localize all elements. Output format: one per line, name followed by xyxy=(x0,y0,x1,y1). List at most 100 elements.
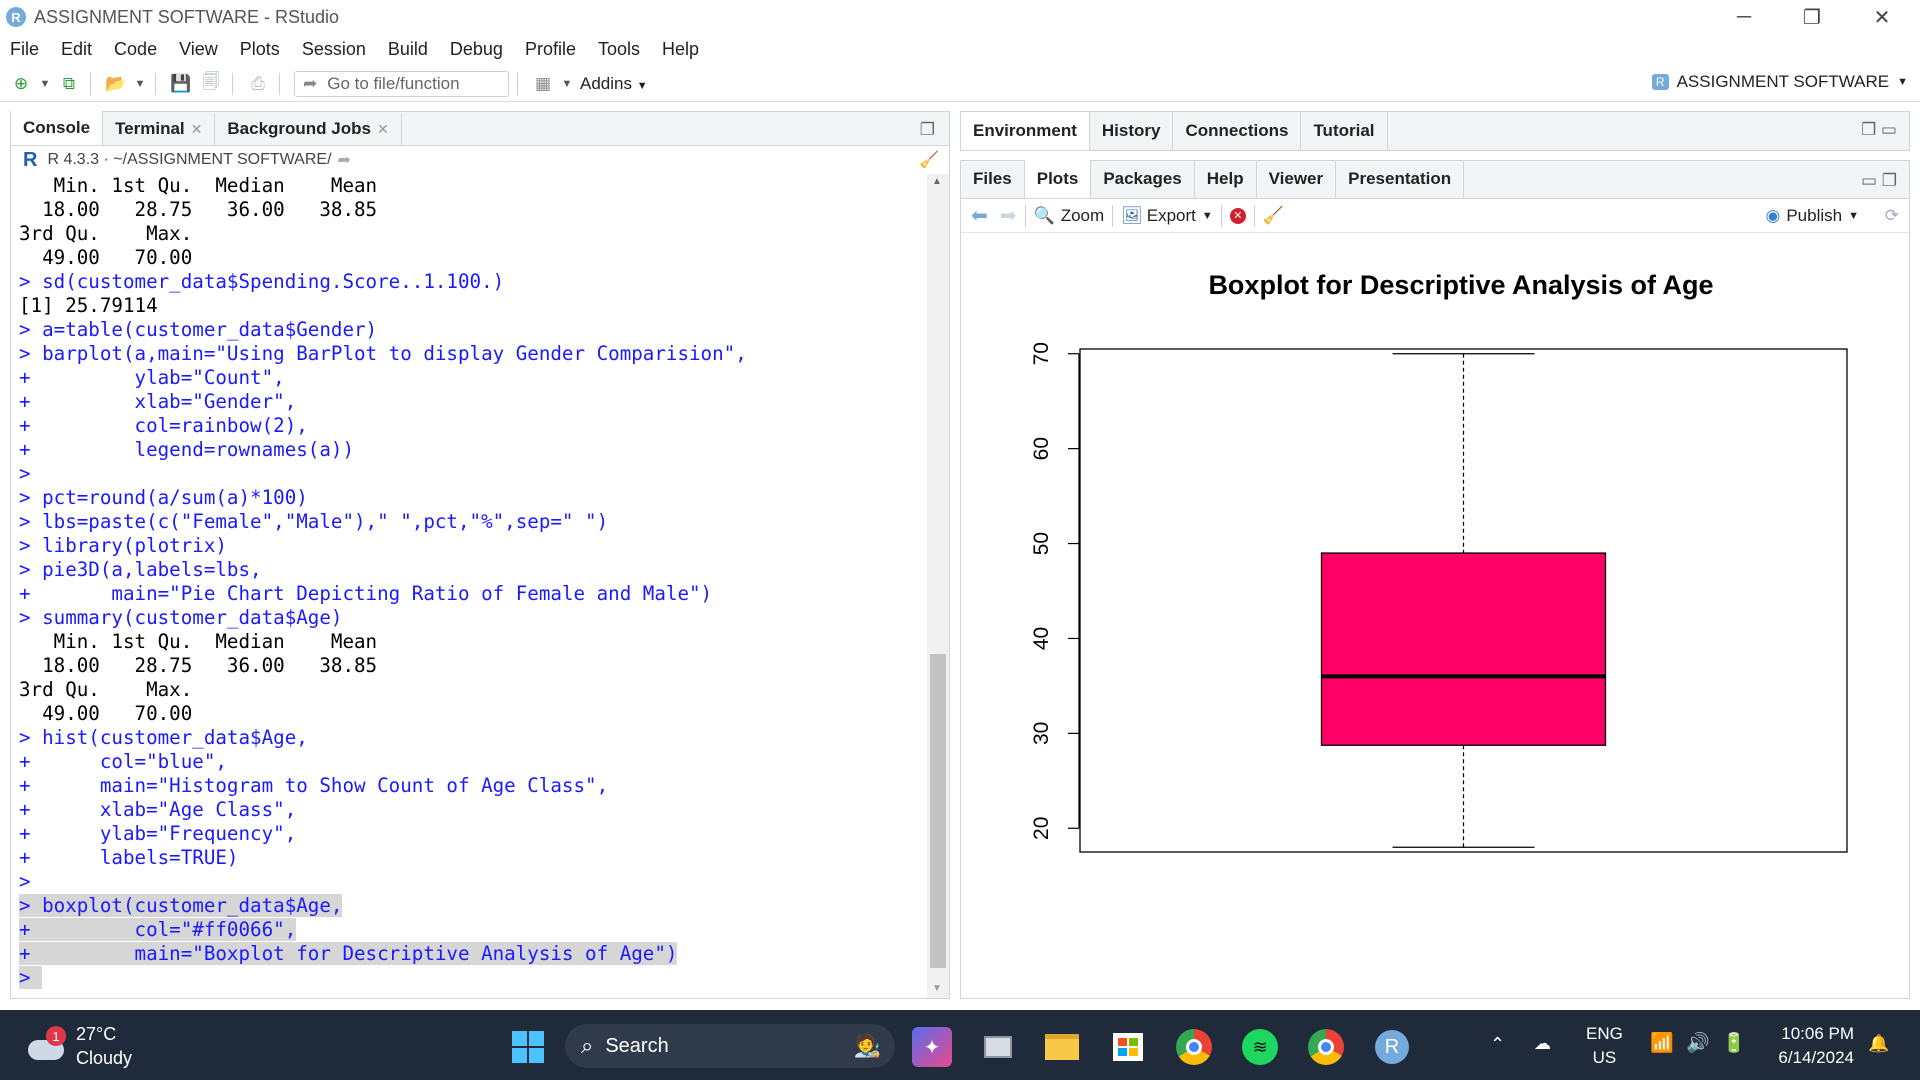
onedrive-icon[interactable]: ☁ xyxy=(1534,1032,1551,1056)
export-button[interactable]: Export xyxy=(1147,206,1196,226)
console-line-text: 3rd Qu. Max. xyxy=(19,678,204,701)
menu-edit[interactable]: Edit xyxy=(61,39,92,60)
r-logo-icon: R xyxy=(23,148,38,171)
tab-viewer[interactable]: Viewer xyxy=(1257,160,1337,198)
tab-tutorial[interactable]: Tutorial xyxy=(1301,112,1388,150)
export-icon[interactable]: 🖼 xyxy=(1121,206,1143,226)
chrome-icon[interactable] xyxy=(1174,1027,1214,1067)
publish-button[interactable]: ◉ Publish ▼ xyxy=(1766,206,1860,226)
r-app-icon[interactable]: R xyxy=(1372,1027,1412,1067)
tab-terminal[interactable]: Terminal ✕ xyxy=(103,113,216,145)
battery-icon[interactable]: 🔋 xyxy=(1722,1032,1746,1056)
chevron-down-icon[interactable]: ▼ xyxy=(560,72,574,96)
go-to-file-input[interactable]: ➦ Go to file/function xyxy=(294,70,509,97)
tab-background-jobs[interactable]: Background Jobs ✕ xyxy=(215,113,402,145)
file-explorer-icon[interactable] xyxy=(1042,1027,1082,1067)
console-line-text: > xyxy=(19,870,43,893)
back-arrow-icon[interactable]: ⬅ xyxy=(971,203,988,228)
spotify-icon[interactable]: ≋ xyxy=(1240,1027,1280,1067)
weather-widget[interactable]: 1 xyxy=(26,1026,66,1062)
maximize-pane-icon[interactable]: ❐ xyxy=(920,120,935,140)
microsoft-store-icon[interactable] xyxy=(1108,1027,1148,1067)
console-line-text: 49.00 70.00 xyxy=(19,246,204,269)
minimize-pane-icon[interactable]: ▭ ❐ xyxy=(1861,171,1897,191)
tab-console[interactable]: Console xyxy=(11,111,104,145)
menu-file[interactable]: File xyxy=(10,39,39,60)
console-line: > pct=round(a/sum(a)*100) xyxy=(19,486,927,510)
console-line-text: > pie3D(a,labels=lbs, xyxy=(19,558,262,581)
new-file-icon[interactable]: ⊕ xyxy=(8,72,34,96)
task-view-icon[interactable] xyxy=(978,1027,1018,1067)
tab-history[interactable]: History xyxy=(1090,112,1174,150)
menu-tools[interactable]: Tools xyxy=(598,39,640,60)
save-all-icon[interactable]: 🗐 xyxy=(198,72,224,96)
windows-taskbar: 1 27°C Cloudy ⌕ Search 🧑‍🎨 ✦ ≋ R ⌃ ☁ ENG U… xyxy=(0,1010,1920,1080)
tab-presentation[interactable]: Presentation xyxy=(1336,160,1465,198)
menu-view[interactable]: View xyxy=(179,39,218,60)
addins-menu[interactable]: Addins ▼ xyxy=(580,74,648,94)
broom-icon[interactable]: 🧹 xyxy=(1263,206,1284,226)
close-icon[interactable]: ✕ xyxy=(191,121,203,138)
tab-help[interactable]: Help xyxy=(1195,160,1257,198)
chevron-down-icon[interactable]: ▼ xyxy=(1202,210,1213,222)
scroll-up-icon[interactable]: ▲ xyxy=(932,176,942,187)
notification-bell-icon[interactable]: 🔔 xyxy=(1868,1032,1889,1056)
print-icon[interactable]: ⎙ xyxy=(245,72,271,96)
menu-code[interactable]: Code xyxy=(114,39,157,60)
grid-layout-icon[interactable]: ▦ xyxy=(530,72,556,96)
open-folder-icon[interactable]: 📂 xyxy=(103,72,129,96)
weather-text[interactable]: 27°C Cloudy xyxy=(76,1022,132,1070)
show-hidden-icons[interactable]: ⌃ xyxy=(1490,1032,1505,1056)
menu-plots[interactable]: Plots xyxy=(240,39,280,60)
menu-debug[interactable]: Debug xyxy=(450,39,503,60)
minimize-button[interactable]: ─ xyxy=(1714,0,1774,34)
main-toolbar: ⊕ ▼ ⧉ 📂 ▼ 💾 🗐 ⎙ ➦ Go to file/function ▦ ▼… xyxy=(0,66,1920,102)
console-line-text: + labels=TRUE) xyxy=(19,846,239,869)
menu-profile[interactable]: Profile xyxy=(525,39,576,60)
clear-console-icon[interactable]: 🧹 xyxy=(919,150,939,170)
chevron-down-icon[interactable]: ▼ xyxy=(133,72,147,96)
console-line-text: > barplot(a,main="Using BarPlot to displ… xyxy=(19,342,747,365)
clock[interactable]: 10:06 PM 6/14/2024 xyxy=(1768,1022,1854,1070)
window-title: ASSIGNMENT SOFTWARE - RStudio xyxy=(34,6,340,27)
console-line: > lbs=paste(c("Female","Male")," ",pct,"… xyxy=(19,510,927,534)
console-scrollbar[interactable]: ▲ ▼ xyxy=(927,174,949,998)
close-button[interactable]: ✕ xyxy=(1852,0,1912,34)
tab-environment[interactable]: Environment xyxy=(961,112,1090,150)
zoom-button[interactable]: Zoom xyxy=(1061,206,1104,226)
working-directory[interactable]: · ~/ASSIGNMENT SOFTWARE/ xyxy=(104,151,332,169)
windows-start-icon[interactable] xyxy=(508,1027,548,1067)
menu-help[interactable]: Help xyxy=(662,39,699,60)
plots-tab-bar: Files Plots Packages Help Viewer Present… xyxy=(961,160,1909,199)
tab-plots[interactable]: Plots xyxy=(1024,160,1092,198)
restore-button[interactable]: ❐ xyxy=(1782,0,1842,34)
wifi-icon[interactable]: 📶 xyxy=(1650,1032,1674,1056)
go-to-directory-icon[interactable]: ➦ xyxy=(338,150,351,170)
tab-packages[interactable]: Packages xyxy=(1091,160,1195,198)
tab-connections[interactable]: Connections xyxy=(1173,112,1302,150)
save-icon[interactable]: 💾 xyxy=(168,72,194,96)
console-line: Min. 1st Qu. Median Mean xyxy=(19,174,927,198)
forward-arrow-icon[interactable]: ➡ xyxy=(1000,203,1017,228)
zoom-icon[interactable]: 🔍 xyxy=(1034,206,1055,226)
close-icon[interactable]: ✕ xyxy=(377,121,389,138)
tab-files[interactable]: Files xyxy=(961,160,1025,198)
console-output[interactable]: Min. 1st Qu. Median Mean 18.00 28.75 36.… xyxy=(11,174,927,998)
console-line-text: 18.00 28.75 36.00 38.85 xyxy=(19,198,389,221)
remove-plot-icon[interactable]: ✕ xyxy=(1229,207,1246,224)
taskbar-search[interactable]: ⌕ Search 🧑‍🎨 xyxy=(565,1024,895,1068)
menu-build[interactable]: Build xyxy=(388,39,428,60)
console-line-text: > summary(customer_data$Age) xyxy=(19,606,343,629)
project-menu[interactable]: R ASSIGNMENT SOFTWARE ▼ xyxy=(1651,72,1908,92)
menu-session[interactable]: Session xyxy=(302,39,366,60)
chevron-down-icon[interactable]: ▼ xyxy=(38,72,52,96)
copilot-icon[interactable]: ✦ xyxy=(912,1027,952,1067)
scrollbar-thumb[interactable] xyxy=(930,654,946,968)
language-indicator[interactable]: ENG US xyxy=(1586,1022,1623,1070)
new-project-icon[interactable]: ⧉ xyxy=(56,72,82,96)
chrome-profile-icon[interactable] xyxy=(1306,1027,1346,1067)
scroll-down-icon[interactable]: ▼ xyxy=(932,983,942,994)
restore-pane-icon[interactable]: ❐ ▭ xyxy=(1861,120,1897,140)
volume-icon[interactable]: 🔊 xyxy=(1686,1032,1710,1056)
refresh-icon[interactable]: ⟳ xyxy=(1885,206,1899,226)
